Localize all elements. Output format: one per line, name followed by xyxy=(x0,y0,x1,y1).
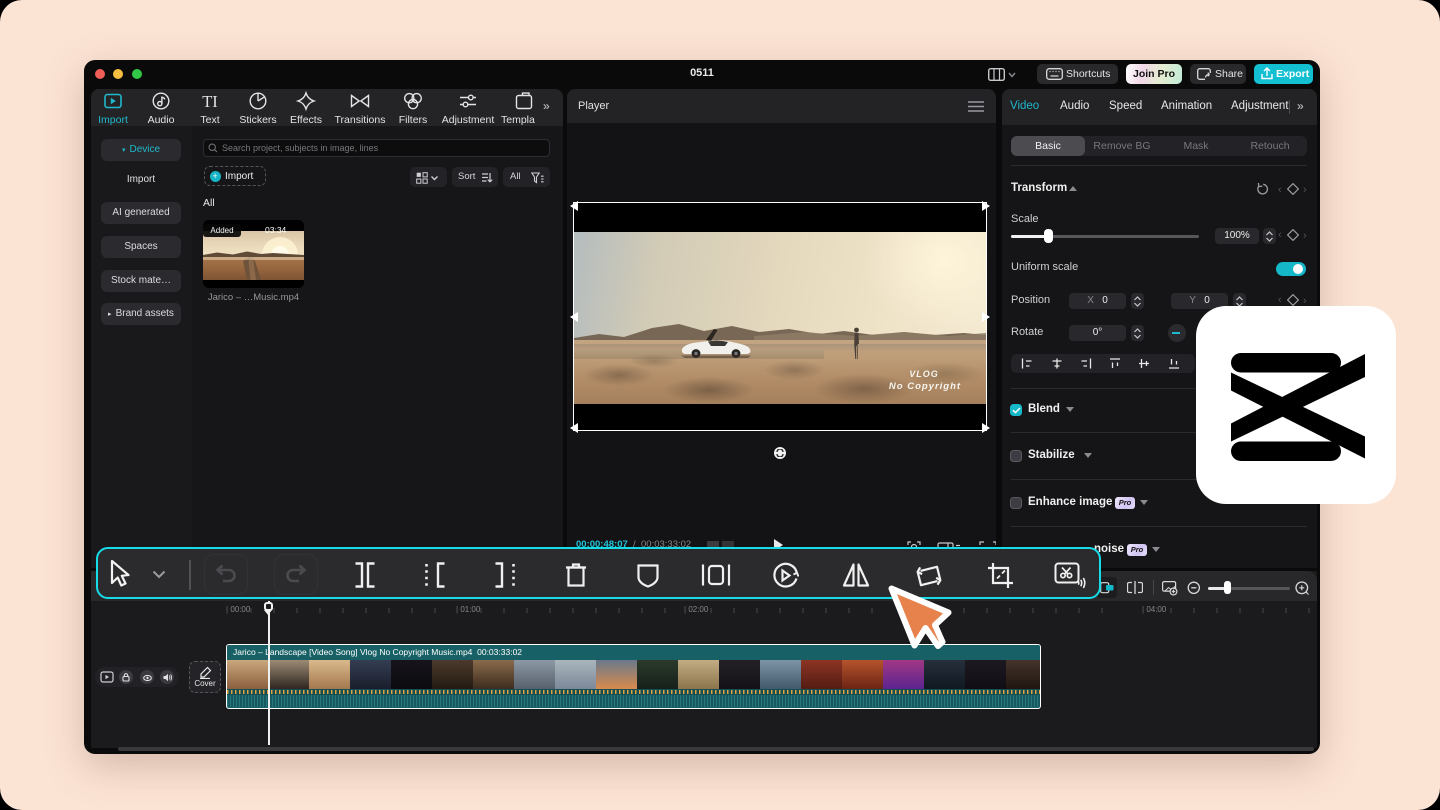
svg-text:TI: TI xyxy=(202,92,218,111)
